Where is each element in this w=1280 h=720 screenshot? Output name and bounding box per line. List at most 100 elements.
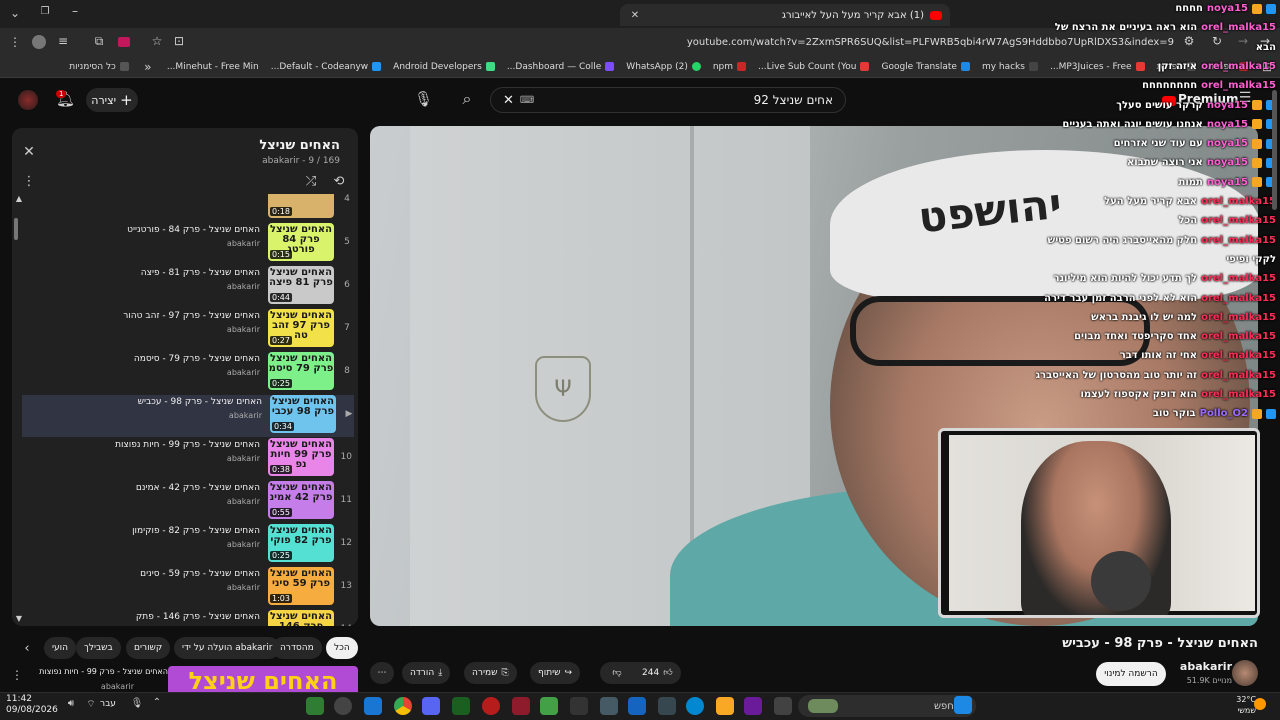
- taskbar-app-icon[interactable]: [744, 697, 762, 715]
- url-field[interactable]: youtube.com/watch?v=2ZxmSPR6SUQ&list=PLF…: [200, 32, 1180, 52]
- mini-video-title[interactable]: האחים שניצל - פרק 99 - חיות נפוצות: [39, 667, 168, 676]
- playlist-item[interactable]: 10 האחים שניצל פרק 99 חיות נפ 0:38 האחים שנ…: [22, 438, 352, 480]
- taskbar-app-icon[interactable]: [306, 697, 324, 715]
- search-input[interactable]: אחים שניצל 92 ⌨ ✕: [490, 87, 846, 113]
- page-scrollbar[interactable]: [1272, 90, 1277, 210]
- browser-tab-active[interactable]: (1) אבא קריר מעל העל לאייבורג ✕: [620, 4, 950, 26]
- voice-search-icon[interactable]: 🎙︎: [414, 90, 433, 108]
- playlist-scrollbar[interactable]: [14, 218, 18, 240]
- tray-overflow-icon[interactable]: ⌃: [150, 697, 164, 708]
- playlist-item-thumbnail[interactable]: האחים שניצל פרק 98 עכבי 0:34: [270, 395, 336, 433]
- weather-widget[interactable]: 32°C שמשי: [1236, 694, 1256, 716]
- playlist-item-thumbnail[interactable]: האחים שניצל פרק 146: [268, 610, 334, 626]
- create-button[interactable]: יצירה +: [86, 88, 138, 112]
- taskbar-app-icon[interactable]: [658, 697, 676, 715]
- playlist-menu-icon[interactable]: ⋮: [22, 174, 36, 189]
- playlist-item-thumbnail[interactable]: האחים שניצל פרק 42 אמינ 0:55: [268, 481, 334, 519]
- chip-more[interactable]: הועי: [44, 637, 76, 659]
- taskbar-app-icon[interactable]: [452, 697, 470, 715]
- save-button[interactable]: שמירה ⎘: [464, 662, 517, 684]
- shuffle-icon[interactable]: ⤮: [304, 174, 318, 189]
- close-playlist-icon[interactable]: ✕: [22, 144, 36, 160]
- taskbar-clock[interactable]: 11:42 09/08/2026: [6, 694, 58, 716]
- playlist-item-thumbnail[interactable]: האחים שניצל פרק 59 סיני 1:03: [268, 567, 334, 605]
- playlist-item[interactable]: 6 האחים שניצל פרק 81 פיצה 0:44 האחים שניצל …: [22, 266, 352, 308]
- taskbar-app-icon[interactable]: [570, 697, 588, 715]
- channel-avatar[interactable]: [1232, 660, 1258, 686]
- tab-close-icon[interactable]: ✕: [628, 10, 642, 21]
- playlist-item[interactable]: 4 פרק 88 לב0:18 abakarir: [22, 194, 352, 222]
- playlist-title[interactable]: האחים שניצל: [259, 138, 340, 153]
- playlist-item-thumbnail[interactable]: האחים שניצל פרק 84 פורטנ 0:15: [268, 223, 334, 261]
- tab-search-icon[interactable]: ⌄: [8, 6, 22, 20]
- discord-taskbar-icon[interactable]: [422, 697, 440, 715]
- extensions-icon[interactable]: ⧉: [92, 34, 106, 49]
- media-control-icon[interactable]: ≡: [56, 34, 70, 48]
- bookmark-item-7[interactable]: (2) WhatsApp: [626, 62, 701, 72]
- chip-from-series[interactable]: מהסדרה: [272, 637, 322, 659]
- language-indicator[interactable]: עבר: [100, 699, 116, 709]
- chip-uploaded-by[interactable]: הועלה על ידי abakarir: [174, 637, 281, 659]
- playlist-item[interactable]: 11 האחים שניצל פרק 42 אמינ 0:55 האחים שניצל…: [22, 481, 352, 523]
- bookmark-item-3[interactable]: my hacks: [982, 62, 1038, 72]
- like-button[interactable]: 244 👍︎: [634, 662, 681, 684]
- taskbar-search[interactable]: ⌕ חפש: [798, 695, 976, 717]
- loop-icon[interactable]: ⟲: [332, 174, 346, 189]
- taskbar-app-icon[interactable]: [540, 697, 558, 715]
- browser-menu-icon[interactable]: ⋮: [8, 35, 22, 49]
- restore-icon[interactable]: ❐: [38, 6, 52, 17]
- all-bookmarks[interactable]: כל הסימניות: [69, 62, 129, 72]
- start-windows-icon[interactable]: [954, 696, 972, 714]
- playlist-item-thumbnail[interactable]: פרק 88 לב0:18: [268, 194, 334, 218]
- bookmark-item-4[interactable]: Google Translate: [881, 62, 970, 72]
- playlist-item[interactable]: 7 האחים שניצל פרק 97 זהב טה 0:27 האחים שניצ…: [22, 309, 352, 351]
- playlist-item[interactable]: 5 האחים שניצל פרק 84 פורטנ 0:15 האחים שניצל…: [22, 223, 352, 265]
- dislike-button[interactable]: 👎︎: [600, 662, 634, 684]
- bookmark-item-6[interactable]: npm: [713, 62, 747, 72]
- chip-all[interactable]: הכל: [326, 637, 358, 659]
- share-button[interactable]: שיתוף ↪: [530, 662, 581, 684]
- volume-icon[interactable]: 🔊︎: [64, 698, 78, 709]
- playlist-item[interactable]: 14 האחים שניצל פרק 146 האחים שניצל - פרק 1…: [22, 610, 352, 626]
- chips-scroll-left-icon[interactable]: ‹: [20, 641, 34, 656]
- bookmark-item-5[interactable]: Live Sub Count (You...: [758, 62, 870, 72]
- subscribe-button[interactable]: הרשמה למינוי: [1096, 662, 1166, 686]
- taskbar-app-icon[interactable]: [774, 697, 792, 715]
- mic-tray-icon[interactable]: 🎙︎: [130, 698, 144, 709]
- bookmark-item-8[interactable]: Dashboard — Colle...: [507, 62, 615, 72]
- chip-related[interactable]: קשורים: [126, 637, 171, 659]
- bookmark-item-9[interactable]: Android Developers: [393, 62, 495, 72]
- playlist-item-thumbnail[interactable]: האחים שניצל פרק 99 חיות נפ 0:38: [268, 438, 334, 476]
- scroll-down-icon[interactable]: ▼: [12, 614, 26, 623]
- profile-avatar[interactable]: [32, 35, 46, 49]
- keyboard-icon[interactable]: ⌨: [520, 95, 534, 106]
- file-explorer-icon[interactable]: [716, 697, 734, 715]
- install-app-icon[interactable]: ⊡: [172, 34, 186, 48]
- bookmark-item-10[interactable]: Default - Codeanyw...: [271, 62, 382, 72]
- taskbar-app-icon[interactable]: [364, 697, 382, 715]
- playlist-item[interactable]: 8 האחים שניצל פרק 79 סיסמ 0:25 האחים שניצל …: [22, 352, 352, 394]
- taskbar-app-icon[interactable]: [600, 697, 618, 715]
- playlist-item[interactable]: 13 האחים שניצל פרק 59 סיני 1:03 האחים שניצל…: [22, 567, 352, 609]
- scroll-up-icon[interactable]: ▲: [12, 194, 26, 203]
- playlist-item[interactable]: 12 האחים שניצל פרק 82 פוקי 0:25 האחים שניצל…: [22, 524, 352, 566]
- playlist-item-thumbnail[interactable]: האחים שניצל פרק 97 זהב טה 0:27: [268, 309, 334, 347]
- download-button[interactable]: הורדה ⤓: [402, 662, 451, 684]
- taskbar-app-icon[interactable]: [334, 697, 352, 715]
- bookmark-star-icon[interactable]: ☆: [150, 34, 164, 48]
- bookmarks-overflow[interactable]: «: [141, 60, 155, 74]
- mini-menu-icon[interactable]: ⋮: [10, 668, 24, 682]
- playlist-item[interactable]: ▶ האחים שניצל פרק 98 עכבי 0:34 האחים שניצל …: [22, 395, 354, 437]
- more-actions-button[interactable]: ⋯: [370, 662, 394, 684]
- channel-name[interactable]: abakarir: [1180, 660, 1232, 673]
- playlist-item-thumbnail[interactable]: האחים שניצל פרק 82 פוקי 0:25: [268, 524, 334, 562]
- chip-for-you[interactable]: בשבילך: [76, 637, 121, 659]
- playlist-item-thumbnail[interactable]: האחים שניצל פרק 81 פיצה 0:44: [268, 266, 334, 304]
- bookmark-item-11[interactable]: Minehut - Free Min...: [167, 62, 259, 72]
- wifi-icon[interactable]: ⌔: [84, 698, 98, 711]
- taskbar-app-icon[interactable]: [628, 697, 646, 715]
- account-avatar[interactable]: [18, 90, 38, 110]
- taskbar-app-icon[interactable]: [482, 697, 500, 715]
- chrome-taskbar-icon[interactable]: [394, 697, 412, 715]
- clear-search-icon[interactable]: ✕: [503, 93, 514, 108]
